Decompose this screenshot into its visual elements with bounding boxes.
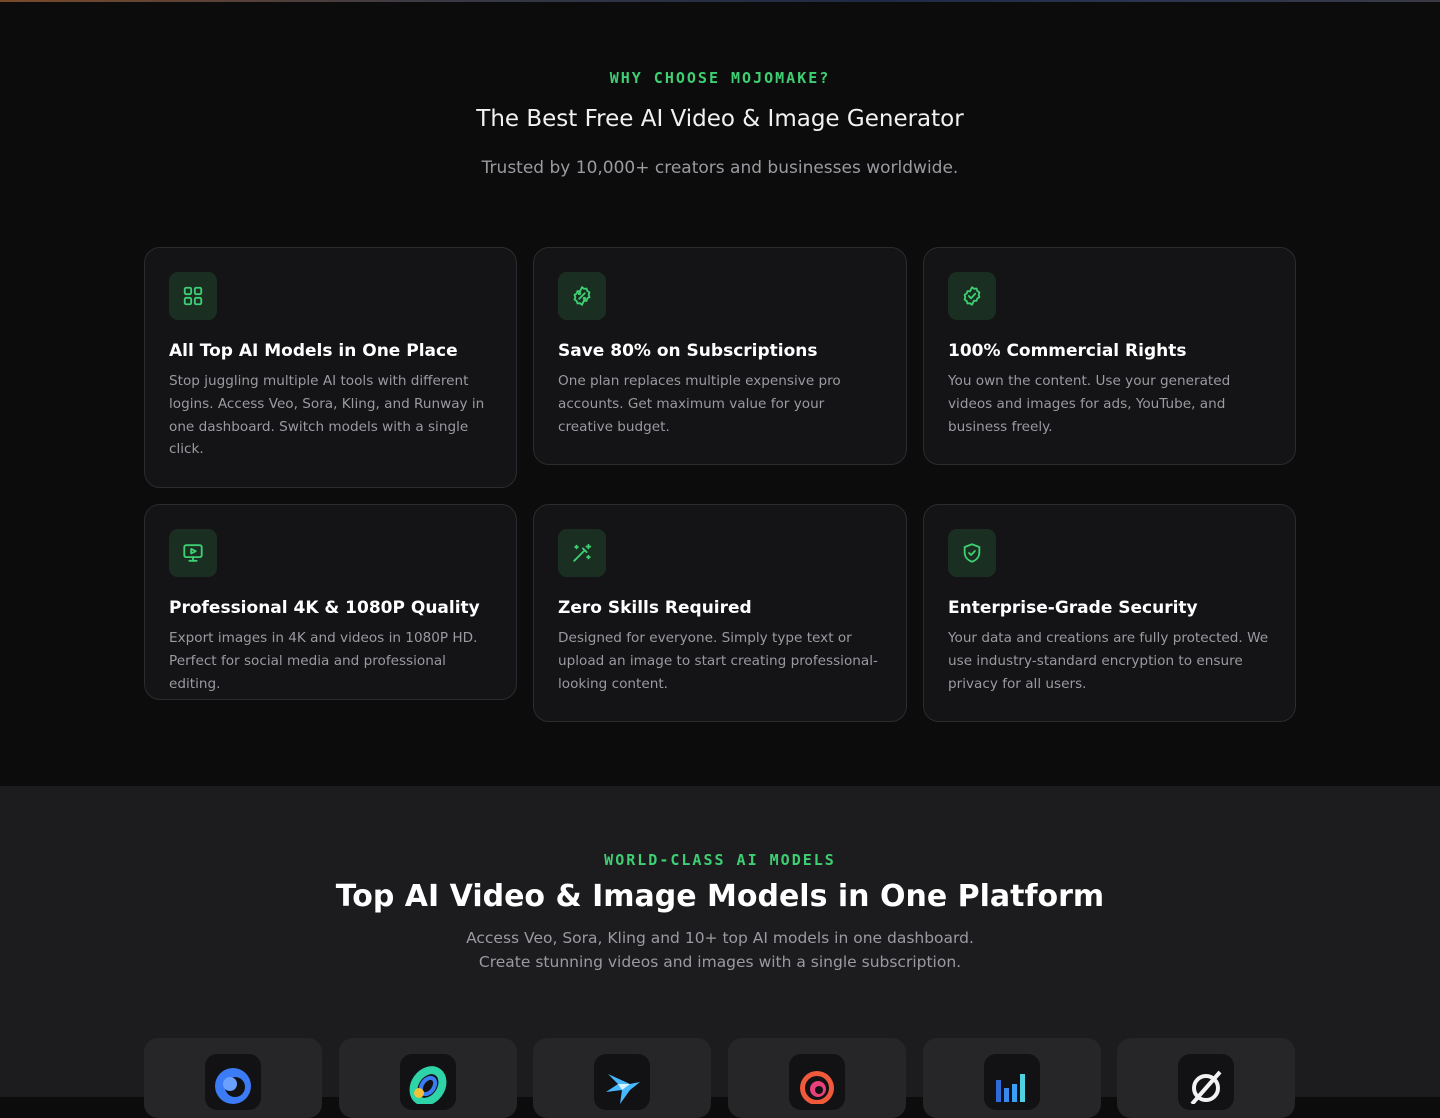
feature-card-zero-skills: Zero Skills Required Designed for everyo…	[533, 504, 907, 722]
model-tile[interactable]	[144, 1038, 322, 1118]
feature-card-security: Enterprise-Grade Security Your data and …	[923, 504, 1296, 722]
model-tile[interactable]	[339, 1038, 517, 1118]
spiral-orange-logo-icon	[800, 1071, 834, 1104]
slashed-circle-logo-icon	[1190, 1070, 1222, 1104]
section-eyebrow: WORLD-CLASS AI MODELS	[604, 851, 836, 869]
monitor-play-icon	[183, 544, 203, 562]
model-logo	[205, 1054, 261, 1110]
shield-check-icon	[963, 543, 981, 563]
feature-title: 100% Commercial Rights	[948, 341, 1187, 361]
feature-icon-container	[558, 272, 606, 320]
percent-badge-icon	[573, 285, 591, 307]
model-logo	[789, 1054, 845, 1110]
section-subtitle: Trusted by 10,000+ creators and business…	[481, 158, 959, 178]
model-tile[interactable]	[728, 1038, 906, 1118]
magic-wand-icon	[573, 543, 592, 562]
feature-icon-container	[169, 529, 217, 577]
section-subtitle: Access Veo, Sora, Kling and 10+ top AI m…	[0, 926, 1440, 974]
model-tile[interactable]	[923, 1038, 1101, 1118]
model-logo	[984, 1054, 1040, 1110]
bars-blue-logo-icon	[996, 1074, 1025, 1102]
swirl-blue-logo-icon	[215, 1068, 251, 1104]
subtitle-line: Create stunning videos and images with a…	[478, 953, 962, 971]
ring-gradient-logo-icon	[409, 1066, 447, 1104]
feature-title: Professional 4K & 1080P Quality	[169, 598, 480, 618]
feature-icon-container	[169, 272, 217, 320]
feature-icon-container	[948, 272, 996, 320]
feature-card-quality: Professional 4K & 1080P Quality Export i…	[144, 504, 517, 700]
feature-description: Your data and creations are fully protec…	[948, 630, 1269, 692]
model-logo	[1178, 1054, 1234, 1110]
feature-icon-container	[558, 529, 606, 577]
model-tile[interactable]	[1117, 1038, 1295, 1118]
feature-title: Save 80% on Subscriptions	[558, 341, 818, 361]
why-choose-section: WHY CHOOSE MOJOMAKE? The Best Free AI Vi…	[0, 2, 1440, 786]
model-logo	[594, 1054, 650, 1110]
grid-icon	[183, 286, 203, 306]
feature-description: You own the content. Use your generated …	[948, 373, 1231, 435]
feature-description: Designed for everyone. Simply type text …	[558, 630, 878, 692]
subtitle-line: Access Veo, Sora, Kling and 10+ top AI m…	[466, 929, 974, 947]
feature-description: Export images in 4K and videos in 1080P …	[169, 630, 478, 692]
feature-title: Zero Skills Required	[558, 598, 752, 618]
section-eyebrow: WHY CHOOSE MOJOMAKE?	[609, 69, 831, 87]
ai-models-section: WORLD-CLASS AI MODELS Top AI Video & Ima…	[0, 786, 1440, 1118]
feature-card-commercial-rights: 100% Commercial Rights You own the conte…	[923, 247, 1296, 465]
check-badge-icon	[963, 286, 981, 306]
feature-description: Stop juggling multiple AI tools with dif…	[169, 373, 485, 458]
feature-icon-container	[948, 529, 996, 577]
feature-card-save: Save 80% on Subscriptions One plan repla…	[533, 247, 907, 465]
model-tile[interactable]	[533, 1038, 711, 1118]
feature-title: Enterprise-Grade Security	[948, 598, 1198, 618]
model-logo	[400, 1054, 456, 1110]
star-burst-logo-icon	[606, 1074, 640, 1104]
feature-card-all-models: All Top AI Models in One Place Stop jugg…	[144, 247, 517, 488]
feature-title: All Top AI Models in One Place	[169, 341, 458, 361]
feature-description: One plan replaces multiple expensive pro…	[558, 373, 841, 435]
section-title: The Best Free AI Video & Image Generator	[476, 106, 964, 132]
section-title: Top AI Video & Image Models in One Platf…	[335, 879, 1105, 914]
